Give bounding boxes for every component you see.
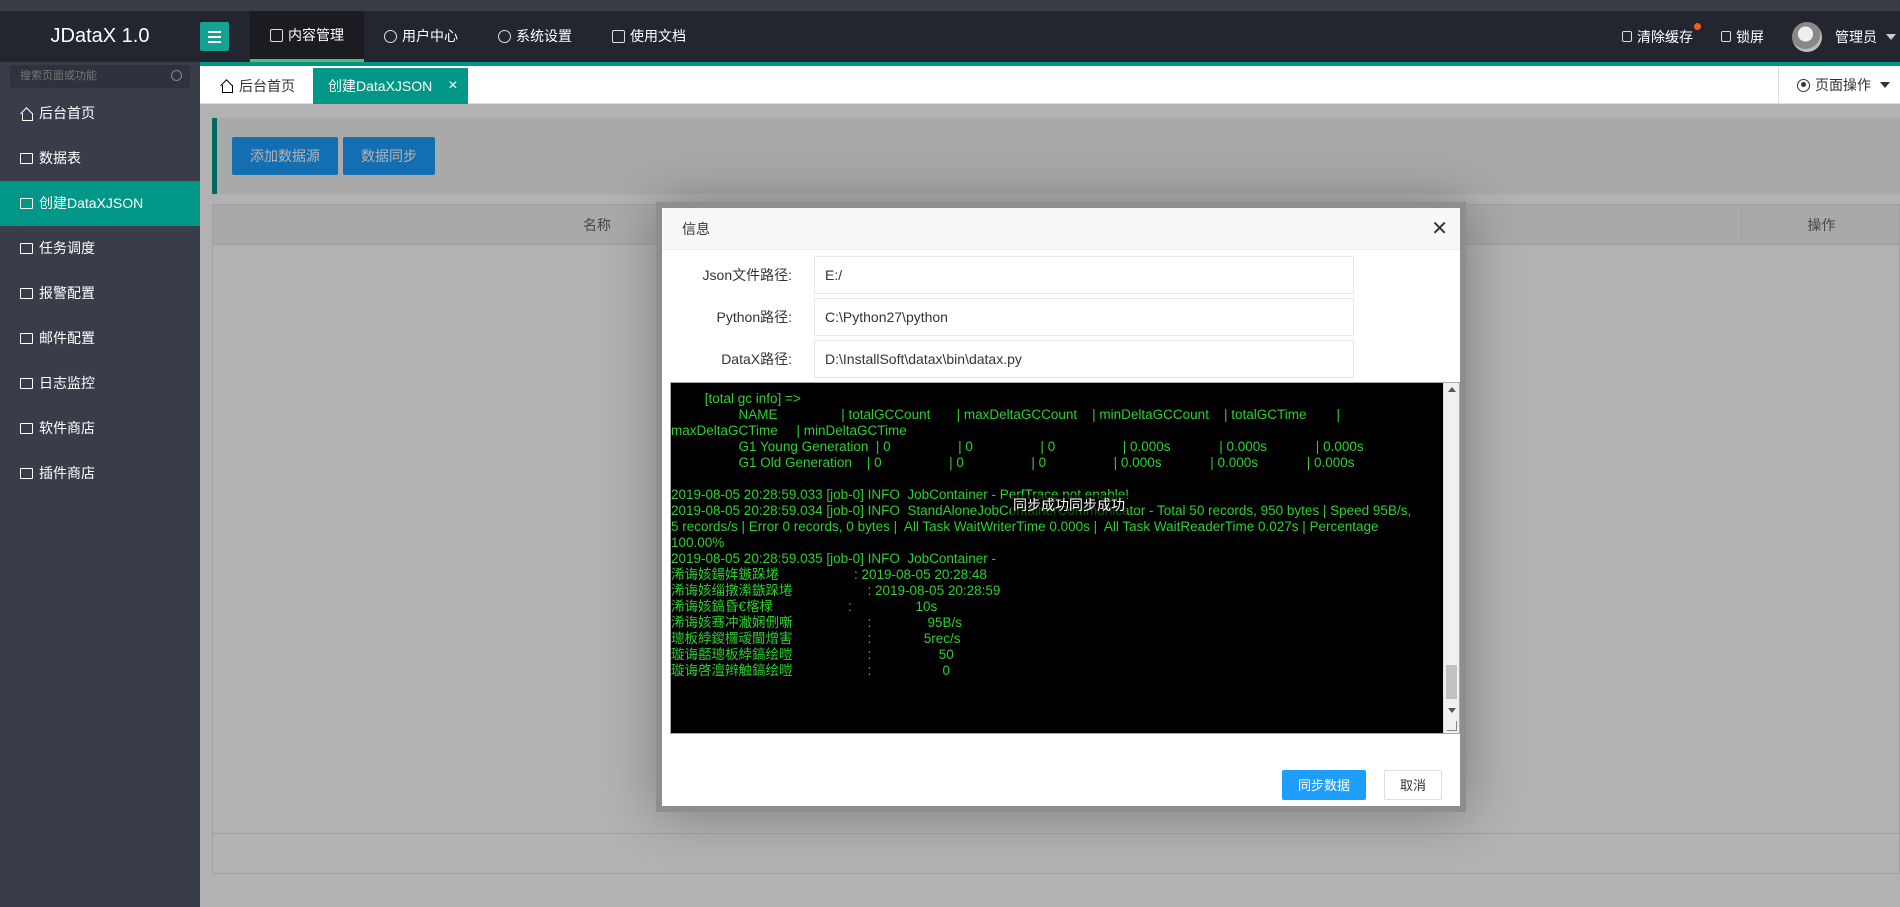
lock-screen-button[interactable]: 锁屏 [1707,27,1778,47]
home-icon [220,80,233,93]
sync-success-toast: 同步成功同步成功 [1011,495,1127,515]
image-icon [20,423,33,434]
gear-icon [498,30,511,43]
datax-path-row: DataX路径: D:\InstallSoft\datax\bin\datax.… [662,340,1462,378]
sync-data-button[interactable]: 同步数据 [1282,770,1367,800]
tab-create-dataxjson[interactable]: 创建DataXJSON × [313,68,468,104]
info-dialog: 信息 ✕ Json文件路径: E:/ Python路径: C:\Python27… [656,202,1466,812]
notification-dot [1694,22,1701,30]
document-icon [270,28,283,42]
resize-grip-icon[interactable] [1447,721,1457,731]
trash-icon [1622,31,1632,42]
python-path-row: Python路径: C:\Python27\python [662,298,1462,336]
image-icon [20,378,33,389]
chevron-down-icon [1886,33,1896,40]
avatar [1792,21,1822,52]
console-log-text: [total gc info] => NAME | totalGCCount |… [671,391,1412,678]
console-scrollbar[interactable] [1443,383,1459,733]
lock-icon [1721,31,1731,42]
top-nav: 内容管理 用户中心 系统设置 使用文档 [250,11,706,62]
sidebar-item-tables[interactable]: 数据表 [0,136,200,181]
image-icon [20,198,33,209]
close-icon[interactable]: × [448,68,457,104]
home-icon [20,108,33,121]
nav-content-management[interactable]: 内容管理 [250,11,364,62]
top-bar: JDataX 1.0 内容管理 用户中心 系统设置 使用文档 清除缓存 锁屏 管… [0,0,1900,62]
book-icon [612,30,625,43]
app-logo: JDataX 1.0 [50,25,150,47]
sidebar-item-create-dataxjson[interactable]: 创建DataXJSON [0,181,200,226]
json-path-input[interactable]: E:/ [814,256,1354,294]
search-icon[interactable] [171,70,182,81]
sidebar-item-log-monitor[interactable]: 日志监控 [0,361,200,406]
json-path-label: Json文件路径: [702,267,792,283]
nav-docs[interactable]: 使用文档 [592,11,706,62]
chevron-down-icon [1880,82,1890,88]
cancel-button[interactable]: 取消 [1384,770,1443,800]
sidebar: 搜索页面或功能 后台首页 数据表 创建DataXJSON 任务调度 报警配置 邮… [0,62,200,907]
nav-system-settings[interactable]: 系统设置 [478,11,592,62]
sidebar-item-home[interactable]: 后台首页 [0,91,200,136]
scroll-down-icon[interactable] [1448,708,1456,713]
sidebar-item-task-schedule[interactable]: 任务调度 [0,226,200,271]
sidebar-item-alert-config[interactable]: 报警配置 [0,271,200,316]
clear-cache-button[interactable]: 清除缓存 [1608,22,1707,47]
tab-bar: 后台首页 创建DataXJSON × 页面操作 [200,62,1900,104]
user-menu[interactable]: 管理员 [1778,21,1900,52]
menu-toggle-button[interactable] [200,22,229,51]
nav-user-center[interactable]: 用户中心 [364,11,478,62]
scroll-up-icon[interactable] [1448,387,1456,392]
image-icon [20,288,33,299]
log-console-textarea[interactable]: [total gc info] => NAME | totalGCCount |… [670,382,1460,734]
json-path-row: Json文件路径: E:/ [662,256,1462,294]
python-path-input[interactable]: C:\Python27\python [814,298,1354,336]
datax-path-input[interactable]: D:\InstallSoft\datax\bin\datax.py [814,340,1354,378]
datax-path-label: DataX路径: [721,351,792,367]
table-icon [20,153,33,164]
top-right-nav: 清除缓存 锁屏 管理员 [1608,11,1900,62]
tab-home[interactable]: 后台首页 [205,68,310,104]
close-icon[interactable]: ✕ [1431,208,1448,250]
sidebar-item-software-store[interactable]: 软件商店 [0,406,200,451]
sidebar-item-mail-config[interactable]: 邮件配置 [0,316,200,361]
image-icon [20,468,33,479]
image-icon [20,333,33,344]
page-operations-menu[interactable]: 页面操作 [1778,66,1900,104]
scroll-thumb[interactable] [1446,665,1457,699]
python-path-label: Python路径: [716,309,792,325]
sidebar-item-plugin-store[interactable]: 插件商店 [0,451,200,496]
target-icon [1797,78,1810,92]
users-icon [384,30,397,43]
sidebar-search-input[interactable]: 搜索页面或功能 [10,65,190,88]
dialog-title-bar: 信息 ✕ [662,208,1460,250]
image-icon [20,243,33,254]
